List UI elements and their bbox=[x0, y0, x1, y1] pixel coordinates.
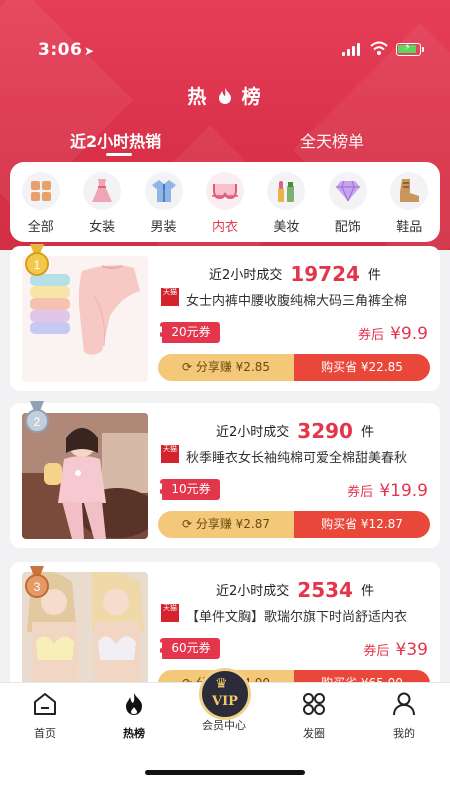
gold-medal-icon: 1 bbox=[25, 244, 49, 276]
after-coupon-price: 券后 ¥19.9 bbox=[347, 481, 428, 501]
vip-label: VIP bbox=[212, 694, 238, 709]
buy-save-button[interactable]: 购买省 ¥22.85 bbox=[294, 354, 430, 381]
rank-number: 2 bbox=[34, 415, 41, 429]
grid-icon bbox=[21, 172, 60, 210]
deal-prefix: 近2小时成交 bbox=[216, 425, 290, 440]
dress-icon bbox=[83, 172, 122, 210]
nav-profile[interactable]: 我的 bbox=[369, 691, 439, 741]
share-earn-button[interactable]: ⟳ 分享赚 ¥2.85 bbox=[158, 354, 294, 381]
category-label: 美妆 bbox=[273, 220, 300, 235]
home-icon bbox=[34, 693, 56, 715]
product-card[interactable]: 2 近2小时成交 3290 件 天猫 秋季睡衣女长袖纯棉可爱全棉甜美春秋 10元券 … bbox=[10, 401, 440, 548]
status-time: 3:06 bbox=[38, 40, 83, 60]
price: ¥19.9 bbox=[379, 481, 428, 501]
action-buttons: ⟳ 分享赚 ¥2.85 购买省 ¥22.85 bbox=[158, 354, 430, 381]
coupon-badge[interactable]: 60元券 bbox=[160, 638, 220, 659]
product-name[interactable]: 女士内裤中腰收腹纯棉大码三角裤全棉 bbox=[186, 290, 431, 309]
tmall-badge-icon: 天猫 bbox=[161, 445, 179, 463]
tmall-badge-icon: 天猫 bbox=[161, 604, 179, 622]
category-bar: 全部 女装 男装 内衣 美妆 配饰 鞋品 bbox=[10, 162, 440, 242]
battery-icon: ⚡ bbox=[396, 42, 424, 56]
flame-icon bbox=[219, 88, 231, 104]
nav-label: 发圈 bbox=[303, 727, 325, 740]
category-label: 男装 bbox=[150, 220, 177, 235]
page-title: 热 榜 bbox=[187, 86, 263, 108]
price: ¥39 bbox=[395, 640, 428, 660]
rank-number: 1 bbox=[34, 258, 41, 272]
category-womens[interactable]: 女装 bbox=[74, 172, 130, 242]
home-indicator bbox=[145, 770, 305, 775]
nav-label: 热榜 bbox=[123, 727, 145, 740]
tab-hot-2h[interactable]: 近2小时热销 bbox=[70, 128, 161, 152]
share-icon: ⟳ bbox=[181, 517, 196, 531]
category-label: 鞋品 bbox=[396, 220, 423, 235]
share-icon: ⟳ bbox=[181, 360, 196, 374]
coupon-badge[interactable]: 10元券 bbox=[160, 479, 220, 500]
deal-unit: 件 bbox=[367, 268, 381, 283]
deal-count-line: 近2小时成交 3290 件 bbox=[160, 419, 430, 443]
after-coupon-price: 券后 ¥39 bbox=[363, 640, 428, 660]
tmall-badge-icon: 天猫 bbox=[161, 288, 179, 306]
flame-icon bbox=[126, 693, 142, 715]
nav-moments[interactable]: 发圈 bbox=[279, 691, 349, 741]
deal-count: 2534 bbox=[297, 578, 353, 602]
category-label: 配饰 bbox=[334, 220, 361, 235]
action-buttons: ⟳ 分享赚 ¥2.87 购买省 ¥12.87 bbox=[158, 511, 430, 538]
product-name[interactable]: 秋季睡衣女长袖纯棉可爱全棉甜美春秋 bbox=[186, 447, 431, 466]
user-icon bbox=[393, 692, 415, 716]
deal-prefix: 近2小时成交 bbox=[209, 268, 283, 283]
category-underwear[interactable]: 内衣 bbox=[197, 172, 253, 242]
deal-unit: 件 bbox=[360, 584, 374, 599]
category-label: 女装 bbox=[89, 220, 116, 235]
category-shoes[interactable]: 鞋品 bbox=[381, 172, 437, 242]
crown-icon: ♛ bbox=[215, 676, 228, 692]
diamond-icon bbox=[328, 172, 367, 210]
category-label: 全部 bbox=[27, 220, 54, 235]
nav-hot[interactable]: 热榜 bbox=[99, 691, 169, 741]
category-mens[interactable]: 男装 bbox=[136, 172, 192, 242]
category-accessories[interactable]: 配饰 bbox=[320, 172, 376, 242]
rank-number: 3 bbox=[34, 580, 41, 594]
shirt-icon bbox=[144, 172, 183, 210]
circles-icon bbox=[303, 693, 325, 715]
after-coupon-price: 券后 ¥9.9 bbox=[357, 324, 428, 344]
deal-count-line: 近2小时成交 19724 件 bbox=[160, 262, 430, 286]
location-arrow-icon: ➤ bbox=[84, 44, 95, 58]
buy-save-button[interactable]: 购买省 ¥12.87 bbox=[294, 511, 430, 538]
share-earn-button[interactable]: ⟳ 分享赚 ¥2.87 bbox=[158, 511, 294, 538]
deal-prefix: 近2小时成交 bbox=[216, 584, 290, 599]
deal-count: 3290 bbox=[297, 419, 353, 443]
vip-button[interactable]: ♛ VIP bbox=[199, 668, 251, 720]
coupon-badge[interactable]: 20元券 bbox=[160, 322, 220, 343]
nav-home[interactable]: 首页 bbox=[10, 691, 80, 741]
boot-icon bbox=[390, 172, 429, 210]
wifi-icon bbox=[370, 41, 388, 55]
category-label: 内衣 bbox=[211, 220, 238, 235]
deal-unit: 件 bbox=[360, 425, 374, 440]
category-makeup[interactable]: 美妆 bbox=[258, 172, 314, 242]
nav-label: 首页 bbox=[34, 727, 56, 740]
tab-all-day[interactable]: 全天榜单 bbox=[300, 128, 364, 152]
nav-label: 我的 bbox=[393, 727, 415, 740]
status-bar: 3:06 ➤ ⚡ bbox=[0, 0, 450, 60]
bra-icon bbox=[205, 172, 244, 210]
deal-count-line: 近2小时成交 2534 件 bbox=[160, 578, 430, 602]
product-card[interactable]: 1 近2小时成交 19724 件 天猫 女士内裤中腰收腹纯棉大码三角裤全棉 20元券… bbox=[10, 244, 440, 391]
category-all[interactable]: 全部 bbox=[13, 172, 69, 242]
tab-active-indicator bbox=[106, 153, 132, 156]
deal-count: 19724 bbox=[290, 262, 360, 286]
makeup-icon bbox=[267, 172, 306, 210]
cellular-signal-icon bbox=[342, 42, 360, 56]
bronze-medal-icon: 3 bbox=[25, 566, 49, 598]
price: ¥9.9 bbox=[390, 324, 428, 344]
silver-medal-icon: 2 bbox=[25, 401, 49, 433]
product-name[interactable]: 【单件文胸】歌瑞尔旗下时尚舒适内衣 bbox=[186, 606, 431, 625]
